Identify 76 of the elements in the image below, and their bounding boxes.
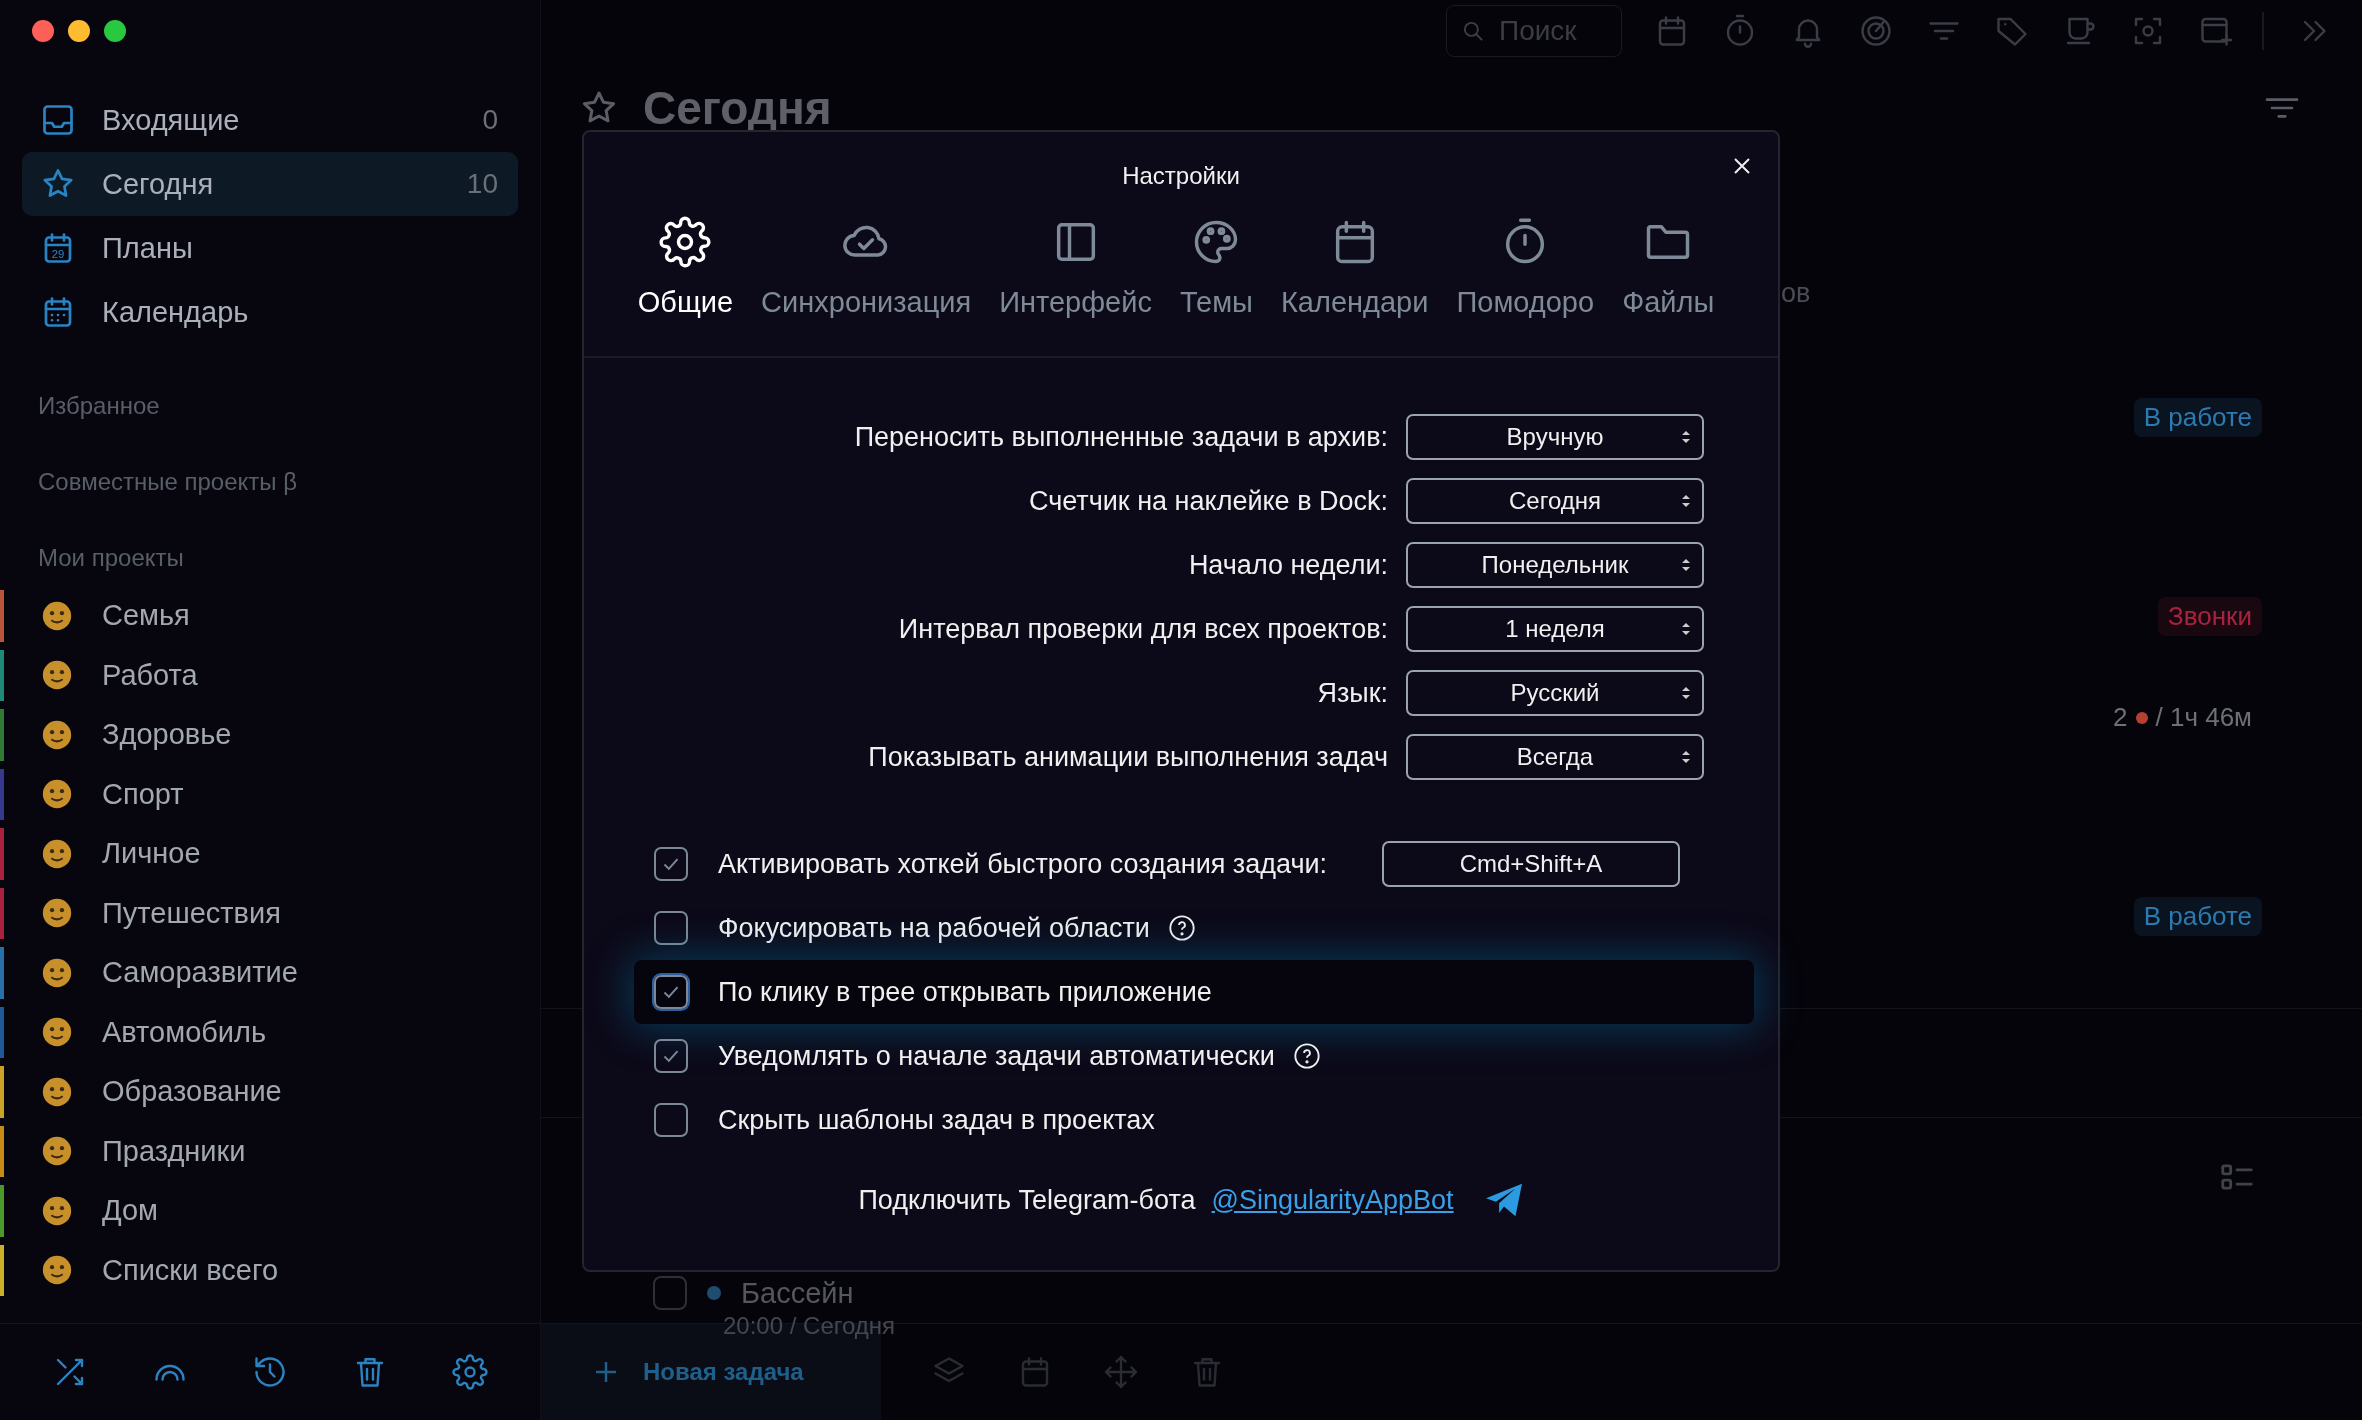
hotkey-field[interactable]: Cmd+Shift+A bbox=[1382, 841, 1680, 887]
telegram-label: Подключить Telegram-бота bbox=[858, 1184, 1196, 1216]
time-spent: / 1ч 46м bbox=[2155, 702, 2252, 733]
settings-tab[interactable]: Помодоро bbox=[1442, 216, 1609, 356]
sidebar-item[interactable]: Календарь bbox=[22, 280, 518, 344]
checkbox[interactable] bbox=[654, 1039, 688, 1073]
checkbox[interactable] bbox=[654, 847, 688, 881]
project-item[interactable]: Работа bbox=[0, 645, 540, 705]
history-icon[interactable] bbox=[252, 1354, 288, 1390]
search-field[interactable]: Поиск bbox=[1446, 5, 1622, 57]
settings-tab[interactable]: Синхронизация bbox=[747, 216, 986, 356]
updown-arrows-icon bbox=[1680, 492, 1692, 510]
updown-arrows-icon bbox=[1680, 428, 1692, 446]
project-item[interactable]: Праздники bbox=[0, 1121, 540, 1181]
dialog-title: Настройки bbox=[1122, 162, 1240, 191]
settings-tab[interactable]: Интерфейс bbox=[985, 216, 1166, 356]
project-item[interactable]: Саморазвитие bbox=[0, 943, 540, 1003]
checkbox-label: Уведомлять о начале задачи автоматически bbox=[718, 1040, 1275, 1072]
checkbox-label: Активировать хоткей быстрого создания задачи: bbox=[718, 848, 1328, 880]
setting-label: Интервал проверки для всех проектов: bbox=[897, 613, 1388, 645]
project-item[interactable]: Образование bbox=[0, 1062, 540, 1122]
updown-arrows-icon bbox=[1680, 620, 1692, 638]
status-tag: Звонки bbox=[2158, 597, 2262, 636]
checkbox[interactable] bbox=[654, 975, 688, 1009]
dropdown[interactable]: Вручную bbox=[1406, 414, 1704, 460]
updown-arrows-icon bbox=[1680, 684, 1692, 702]
project-item[interactable]: Спорт bbox=[0, 764, 540, 824]
dropdown[interactable]: 1 неделя bbox=[1406, 606, 1704, 652]
checkbox[interactable] bbox=[654, 1103, 688, 1137]
inbox-icon bbox=[40, 102, 76, 138]
paper-plane-icon[interactable] bbox=[1483, 1182, 1524, 1218]
setting-label: Показывать анимации выполнения задач bbox=[867, 741, 1388, 773]
minimize-window-button[interactable] bbox=[68, 20, 90, 42]
project-item[interactable]: Семья bbox=[0, 586, 540, 646]
dropdown[interactable]: Понедельник bbox=[1406, 542, 1704, 588]
settings-tab[interactable]: Темы bbox=[1165, 216, 1267, 356]
dropdown[interactable]: Всегда bbox=[1406, 734, 1704, 780]
project-item[interactable]: Автомобиль bbox=[0, 1002, 540, 1062]
settings-tab[interactable]: Файлы bbox=[1608, 216, 1729, 356]
project-item[interactable]: Списки всего bbox=[0, 1240, 540, 1300]
project-item[interactable]: Дом bbox=[0, 1181, 540, 1241]
tab-label-fragment: ов bbox=[1781, 278, 1811, 309]
checkbox[interactable] bbox=[654, 911, 688, 945]
project-item[interactable]: Здоровье bbox=[0, 705, 540, 765]
dropdown[interactable]: Сегодня bbox=[1406, 478, 1704, 524]
close-window-button[interactable] bbox=[32, 20, 54, 42]
setting-label: Счетчик на наклейке в Dock: bbox=[1027, 485, 1388, 517]
help-icon[interactable] bbox=[1167, 914, 1196, 942]
task-checkbox[interactable] bbox=[653, 1276, 687, 1310]
project-dot bbox=[707, 1286, 721, 1300]
dropdown[interactable]: Русский bbox=[1406, 670, 1704, 716]
settings-icon[interactable] bbox=[452, 1354, 488, 1390]
bot-link[interactable]: @SingularityAppBot bbox=[1211, 1184, 1454, 1216]
zoom-window-button[interactable] bbox=[104, 20, 126, 42]
setting-label: Начало недели: bbox=[1187, 549, 1388, 581]
updown-arrows-icon bbox=[1680, 748, 1692, 766]
setting-label: Язык: bbox=[1316, 677, 1388, 709]
checkbox-label: По клику в трее открывать приложение bbox=[718, 976, 1212, 1008]
status-tag: В работе bbox=[2133, 398, 2262, 437]
checkbox-label: Фокусировать на рабочей области bbox=[718, 912, 1150, 944]
help-icon[interactable] bbox=[1292, 1042, 1321, 1070]
pomodoro-count: 2 bbox=[2113, 702, 2128, 733]
sidebar-item[interactable]: Сегодня 10 bbox=[22, 152, 518, 216]
project-item[interactable]: Личное bbox=[0, 824, 540, 884]
sidebar-item[interactable]: 29 Планы bbox=[22, 216, 518, 280]
status-tag: В работе bbox=[2133, 897, 2262, 936]
setting-label: Переносить выполненные задачи в архив: bbox=[853, 421, 1388, 453]
settings-tab[interactable]: Календари bbox=[1266, 216, 1443, 356]
settings-tab[interactable]: Общие bbox=[623, 216, 748, 356]
sidebar-item[interactable]: Входящие 0 bbox=[22, 88, 518, 152]
updown-arrows-icon bbox=[1680, 556, 1692, 574]
checkbox-label: Скрыть шаблоны задач в проектах bbox=[718, 1104, 1155, 1136]
gear-icon bbox=[659, 216, 712, 268]
section-heading: Мои проекты bbox=[37, 544, 185, 572]
project-item[interactable]: Путешествия bbox=[0, 883, 540, 943]
page-title: Сегодня bbox=[643, 81, 833, 135]
